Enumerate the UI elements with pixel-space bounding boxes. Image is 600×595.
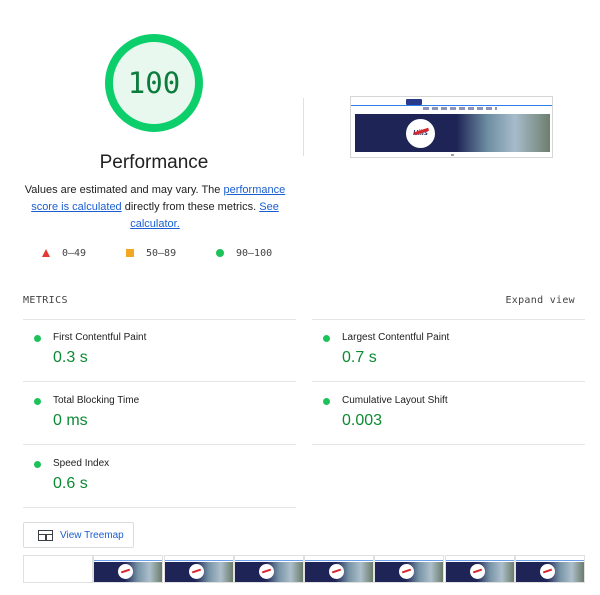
metric-value: 0.7 s [342, 349, 377, 366]
description-text-2: directly from these metrics. [121, 201, 260, 213]
metric-speed-index: Speed Index 0.6 s [23, 446, 285, 508]
pass-circle-icon [323, 335, 330, 342]
metric-title: Total Blocking Time [53, 395, 140, 406]
gauge-score: 100 [127, 66, 181, 100]
metric-title: Largest Contentful Paint [342, 332, 450, 343]
hills-logo: Hills [406, 119, 435, 148]
filmstrip-frame [514, 555, 585, 583]
pass-circle-icon [34, 461, 41, 468]
metric-first-contentful-paint: First Contentful Paint 0.3 s [23, 320, 285, 382]
filmstrip-frame [444, 555, 515, 583]
score-description: Values are estimated and may vary. The p… [24, 182, 286, 233]
metric-value: 0.3 s [53, 349, 88, 366]
filmstrip [23, 555, 585, 583]
legend-label: 90–100 [236, 247, 273, 259]
screenshot-nav-links [423, 107, 497, 110]
square-icon [126, 249, 134, 257]
treemap-icon [38, 529, 53, 541]
legend-label: 50–89 [146, 247, 177, 259]
filmstrip-frame [93, 555, 164, 583]
vertical-divider [303, 98, 304, 156]
metric-cumulative-layout-shift: Cumulative Layout Shift 0.003 [312, 383, 574, 445]
gauge-title: Performance [99, 152, 209, 173]
expand-view-toggle[interactable]: Expand view [505, 295, 575, 306]
final-screenshot[interactable]: Hills [350, 96, 553, 158]
metric-value: 0 ms [53, 412, 88, 429]
metric-value: 0.003 [342, 412, 383, 429]
performance-gauge: 100 [104, 33, 204, 133]
screenshot-nav [351, 97, 552, 113]
filmstrip-frame [233, 555, 304, 583]
pass-circle-icon [34, 398, 41, 405]
view-treemap-label: View Treemap [60, 529, 124, 541]
pass-circle-icon [323, 398, 330, 405]
filmstrip-frame [163, 555, 234, 583]
legend-label: 0–49 [62, 247, 87, 259]
metric-largest-contentful-paint: Largest Contentful Paint 0.7 s [312, 320, 574, 382]
metrics-heading: METRICS [23, 295, 68, 306]
legend-average: 50–89 [126, 246, 176, 260]
legend-pass: 90–100 [216, 246, 272, 260]
metric-title: Cumulative Layout Shift [342, 395, 448, 406]
metric-title: First Contentful Paint [53, 332, 147, 343]
filmstrip-frame [374, 555, 445, 583]
circle-icon [216, 249, 224, 257]
view-treemap-button[interactable]: View Treemap [23, 522, 134, 548]
filmstrip-frame [23, 555, 93, 583]
metric-title: Speed Index [53, 458, 110, 469]
legend-fail: 0–49 [42, 246, 86, 260]
screenshot-hero [355, 114, 550, 152]
description-text: Values are estimated and may vary. The [24, 184, 224, 196]
metric-total-blocking-time: Total Blocking Time 0 ms [23, 383, 285, 445]
triangle-icon [42, 249, 50, 257]
filmstrip-frame [304, 555, 375, 583]
pass-circle-icon [34, 335, 41, 342]
metric-value: 0.6 s [53, 475, 88, 492]
